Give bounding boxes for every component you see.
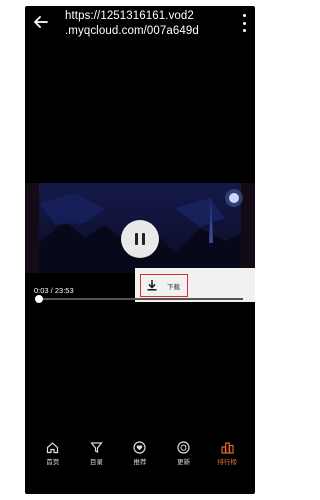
- tab-recommend[interactable]: 推荐: [123, 440, 157, 466]
- tab-label: 推荐: [133, 459, 147, 466]
- download-button[interactable]: 下载: [140, 274, 188, 297]
- playback-time: 0:03 / 23:53: [34, 286, 74, 295]
- page-url: https://1251316161.vod2 .myqcloud.com/00…: [65, 10, 199, 37]
- bottom-tab-bar: 首页 目录 推荐 更新 排行榜: [25, 433, 255, 473]
- refresh-icon: [177, 440, 191, 454]
- app-screen: https://1251316161.vod2 .myqcloud.com/00…: [25, 6, 255, 494]
- tab-label: 首页: [46, 459, 60, 466]
- tab-label: 排行榜: [217, 459, 237, 466]
- tab-label: 目录: [89, 459, 103, 466]
- progress-track[interactable]: [39, 298, 243, 300]
- home-icon: [46, 440, 60, 454]
- tab-catalog[interactable]: 目录: [79, 440, 113, 466]
- filter-icon: [89, 440, 103, 454]
- progress-handle[interactable]: [35, 295, 43, 303]
- ranking-icon: [220, 440, 234, 454]
- tab-ranking[interactable]: 排行榜: [210, 440, 244, 466]
- download-label: 下载: [167, 283, 180, 291]
- pause-button[interactable]: [121, 220, 159, 258]
- tab-label: 更新: [177, 459, 191, 466]
- tab-update[interactable]: 更新: [167, 440, 201, 466]
- back-arrow-icon[interactable]: [31, 12, 51, 32]
- more-options-icon[interactable]: [239, 14, 249, 32]
- heart-icon: [133, 440, 147, 454]
- tab-home[interactable]: 首页: [36, 440, 70, 466]
- download-icon: [147, 280, 157, 292]
- top-bar: https://1251316161.vod2 .myqcloud.com/00…: [25, 6, 255, 46]
